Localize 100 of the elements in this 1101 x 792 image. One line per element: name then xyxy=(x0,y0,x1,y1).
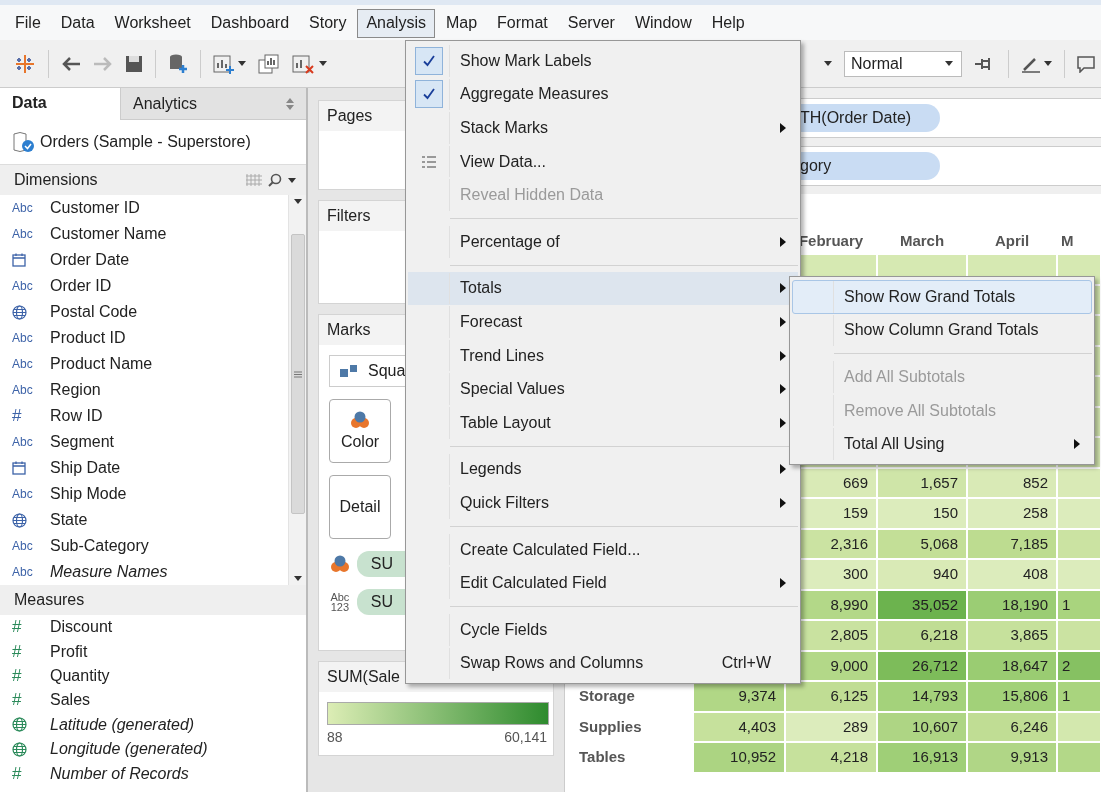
globe-icon xyxy=(12,741,27,757)
legend-min: 88 xyxy=(327,729,343,745)
sort-arrows-icon xyxy=(286,97,294,110)
table-cell: 258 xyxy=(967,498,1057,529)
field-type-label: Abc xyxy=(12,227,33,241)
field-type-label: Abc xyxy=(12,487,33,501)
legend-max: 60,141 xyxy=(504,729,547,745)
field-type-label: # xyxy=(12,690,22,711)
table-cell: 15,806 xyxy=(967,681,1057,712)
column-header: April xyxy=(993,231,1031,251)
field-type-label: Abc xyxy=(12,357,33,371)
table-cell: 35,052 xyxy=(877,589,967,620)
view-size-dropdown[interactable]: Normal xyxy=(844,50,962,77)
logo-icon[interactable] xyxy=(14,52,36,75)
menu-bar-item[interactable]: Window xyxy=(625,9,701,38)
column-header: M xyxy=(1060,231,1075,251)
table-cell: 6,218 xyxy=(877,620,967,651)
mark-property-button[interactable]: Detail xyxy=(329,475,391,539)
field-type-label: Abc xyxy=(12,435,33,449)
menu-bar-item[interactable]: Story xyxy=(300,9,356,38)
table-cell: 6,246 xyxy=(967,711,1057,742)
save-icon[interactable] xyxy=(125,54,143,73)
table-cell: 940 xyxy=(877,559,967,590)
field-type-label: # xyxy=(12,406,22,426)
field-name[interactable]: Sales xyxy=(50,691,91,710)
duplicate-sheet-icon[interactable] xyxy=(258,53,280,74)
field-name[interactable]: Number of Records xyxy=(50,764,189,783)
table-cell: 7,185 xyxy=(967,528,1057,559)
search-icon[interactable] xyxy=(268,173,282,187)
field-name[interactable]: Discount xyxy=(50,618,113,637)
menu-caret-icon xyxy=(288,177,296,183)
table-cell: 16,913 xyxy=(877,742,967,773)
shortcut-label: Ctrl+W xyxy=(721,654,771,673)
field-name[interactable]: State xyxy=(50,511,88,529)
scroll-thumb[interactable] xyxy=(290,234,305,514)
tooltip-icon[interactable] xyxy=(1077,54,1095,73)
field-name[interactable]: Product ID xyxy=(50,329,126,347)
field-name[interactable]: Region xyxy=(50,381,101,399)
section-title: Measures xyxy=(14,591,85,609)
table-cell: 10,952 xyxy=(693,742,785,773)
calendar-icon xyxy=(12,253,26,267)
menu-bar-item[interactable]: Server xyxy=(558,9,624,38)
menu-bar-item[interactable]: Dashboard xyxy=(201,9,299,38)
menu-bar-item[interactable]: Map xyxy=(436,9,487,38)
mark-property-button[interactable]: Color xyxy=(329,399,391,463)
back-arrow-icon[interactable] xyxy=(61,55,81,72)
table-cell: 5,068 xyxy=(877,528,967,559)
table-cell: 1 xyxy=(1057,681,1101,712)
data-source-name[interactable]: Orders (Sample - Superstore) xyxy=(40,133,251,151)
field-name[interactable]: Measure Names xyxy=(50,563,168,581)
grip-icon xyxy=(293,370,302,378)
panel-tab[interactable]: Analytics xyxy=(120,88,306,120)
field-name[interactable]: Quantity xyxy=(50,666,110,685)
table-cell: 18,190 xyxy=(967,589,1057,620)
field-name[interactable]: Order Date xyxy=(50,251,130,269)
field-type-label: Abc xyxy=(12,383,33,397)
menu-bar-item[interactable]: Format xyxy=(488,9,557,38)
globe-icon xyxy=(12,304,27,320)
field-name[interactable]: Profit xyxy=(50,642,88,661)
globe-icon xyxy=(12,717,27,733)
field-type-label: Abc xyxy=(12,279,33,293)
table-cell: 2 xyxy=(1057,650,1101,681)
field-name[interactable]: Ship Mode xyxy=(50,485,127,503)
field-name[interactable]: Segment xyxy=(50,433,115,451)
table-cell: 408 xyxy=(967,559,1057,590)
field-name[interactable]: Row ID xyxy=(50,407,103,425)
table-cell: 6,125 xyxy=(785,681,877,712)
field-name[interactable]: Postal Code xyxy=(50,303,138,321)
field-name[interactable]: Customer ID xyxy=(50,199,140,217)
menu-item[interactable]: Show Row Grand Totals xyxy=(792,280,1092,314)
menu-bar-item[interactable]: Help xyxy=(702,9,754,38)
menu-item[interactable]: Show Column Grand Totals xyxy=(792,313,1092,348)
field-name[interactable]: Sub-Category xyxy=(50,537,149,555)
table-cell: 1,657 xyxy=(877,467,967,498)
calendar-icon xyxy=(12,461,26,475)
field-name[interactable]: Ship Date xyxy=(50,459,121,477)
caret-icon xyxy=(238,61,246,66)
menu-bar-item[interactable]: File xyxy=(6,9,50,38)
new-worksheet-icon[interactable] xyxy=(213,53,235,74)
field-name[interactable]: Product Name xyxy=(50,355,153,373)
menu-bar-item[interactable]: Analysis xyxy=(357,9,435,38)
menu-bar-item[interactable]: Data xyxy=(51,9,104,38)
caret-icon xyxy=(1044,61,1052,66)
field-name[interactable]: Longitude (generated) xyxy=(50,740,208,759)
field-type-label: Abc xyxy=(12,331,33,345)
text-type-label: Abc 123 xyxy=(329,592,350,612)
table-cell: 150 xyxy=(877,498,967,529)
field-type-label: # xyxy=(12,617,22,638)
menu-item[interactable]: Totals xyxy=(408,271,798,306)
field-name[interactable]: Customer Name xyxy=(50,225,167,243)
row-header: Storage xyxy=(578,686,636,706)
menu-item[interactable]: Show Mark Labels xyxy=(408,44,798,78)
menu-bar-item[interactable]: Worksheet xyxy=(105,9,200,38)
field-name[interactable]: Latitude (generated) xyxy=(50,715,195,734)
clear-sheet-icon[interactable] xyxy=(292,53,316,74)
column-header: February xyxy=(797,231,865,251)
field-name[interactable]: Order ID xyxy=(50,277,112,295)
color-circles-icon xyxy=(350,411,370,429)
add-data-source-icon[interactable] xyxy=(168,52,188,75)
table-cell: 1 xyxy=(1057,589,1101,620)
